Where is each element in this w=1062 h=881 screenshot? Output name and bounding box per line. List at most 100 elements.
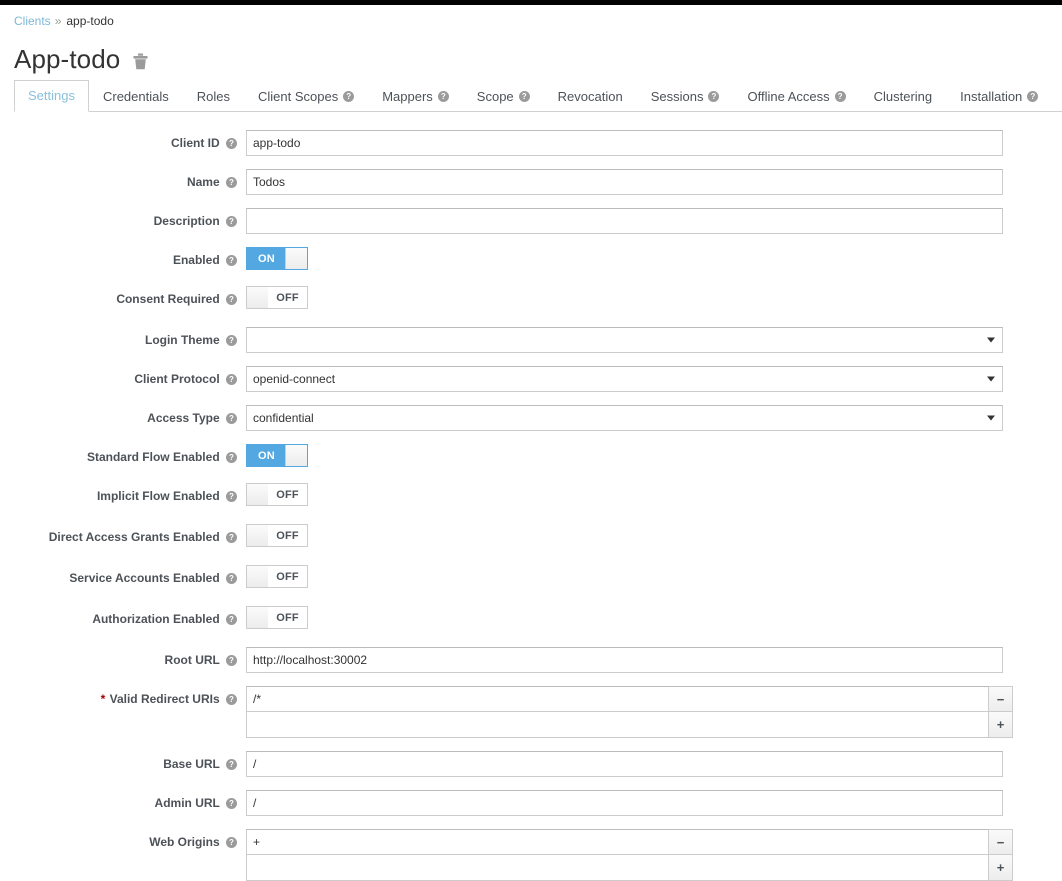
help-icon-access-type[interactable]: ? <box>226 413 237 424</box>
label-base-url-text: Base URL <box>163 757 219 771</box>
help-icon-tab-sessions[interactable]: ? <box>708 91 719 102</box>
label-name: Name ? <box>0 169 246 195</box>
web-origins-group: − + <box>246 829 1038 881</box>
tab-label: Revocation <box>558 88 623 105</box>
field-row-client-id: Client ID ? <box>0 130 1062 156</box>
help-icon-login-theme[interactable]: ? <box>226 335 237 346</box>
add-redirect-uri-button[interactable]: + <box>989 712 1013 738</box>
tab-mappers[interactable]: Mappers? <box>368 81 463 112</box>
remove-redirect-uri-button[interactable]: − <box>989 686 1013 712</box>
tab-revocation[interactable]: Revocation <box>544 81 637 112</box>
client-settings-form: Client ID ? Name ? Description ? Enabled… <box>0 112 1062 881</box>
tab-label: Scope <box>477 88 514 105</box>
admin-url-input[interactable] <box>246 790 1003 816</box>
web-origin-input-0[interactable] <box>246 829 989 855</box>
delete-client-button[interactable] <box>133 53 148 70</box>
authorization-enabled-toggle[interactable]: OFF <box>246 606 308 629</box>
label-name-text: Name <box>187 175 220 189</box>
direct-access-grants-enabled-toggle[interactable]: OFF <box>246 524 308 547</box>
required-marker-valid-redirect-uris: * <box>101 692 106 706</box>
tab-installation[interactable]: Installation? <box>946 81 1052 112</box>
breadcrumb-current: app-todo <box>66 14 113 28</box>
login-theme-select[interactable] <box>246 327 1003 353</box>
implicit-flow-enabled-toggle[interactable]: OFF <box>246 483 308 506</box>
access-type-select[interactable]: confidential <box>246 405 1003 431</box>
service-accounts-enabled-toggle[interactable]: OFF <box>246 565 308 588</box>
label-client-protocol-text: Client Protocol <box>134 372 219 386</box>
label-access-type-text: Access Type <box>147 411 220 425</box>
direct-access-grants-enabled-toggle-knob <box>246 524 269 547</box>
help-icon-root-url[interactable]: ? <box>226 655 237 666</box>
enabled-toggle[interactable]: ON <box>246 247 308 270</box>
help-icon-tab-installation[interactable]: ? <box>1027 91 1038 102</box>
label-service-accounts-enabled: Service Accounts Enabled ? <box>0 565 246 591</box>
breadcrumb-link-clients[interactable]: Clients <box>14 14 51 28</box>
client-id-input[interactable] <box>246 130 1003 156</box>
tab-sessions[interactable]: Sessions? <box>637 81 734 112</box>
field-row-authorization-enabled: Authorization Enabled ? OFF <box>0 606 1062 634</box>
valid-redirect-uri-input-1[interactable] <box>246 712 989 738</box>
tab-roles[interactable]: Roles <box>183 81 244 112</box>
help-icon-valid-redirect-uris[interactable]: ? <box>226 694 237 705</box>
help-icon-web-origins[interactable]: ? <box>226 837 237 848</box>
tab-label: Settings <box>28 87 75 104</box>
label-implicit-flow-enabled-text: Implicit Flow Enabled <box>97 489 220 503</box>
help-icon-tab-offline-access[interactable]: ? <box>835 91 846 102</box>
help-icon-tab-mappers[interactable]: ? <box>438 91 449 102</box>
help-icon-direct-access-grants-enabled[interactable]: ? <box>226 532 237 543</box>
remove-web-origin-button[interactable]: − <box>989 829 1013 855</box>
label-admin-url: Admin URL ? <box>0 790 246 816</box>
page-title: App-todo <box>14 44 120 74</box>
access-type-value: confidential <box>253 406 314 430</box>
help-icon-admin-url[interactable]: ? <box>226 798 237 809</box>
description-input[interactable] <box>246 208 1003 234</box>
tab-settings[interactable]: Settings <box>14 80 89 112</box>
field-row-base-url: Base URL ? <box>0 751 1062 777</box>
tab-clustering[interactable]: Clustering <box>860 81 947 112</box>
chevron-down-icon <box>987 338 995 343</box>
field-row-login-theme: Login Theme ? <box>0 327 1062 353</box>
field-row-enabled: Enabled ? ON <box>0 247 1062 273</box>
help-icon-service-accounts-enabled[interactable]: ? <box>226 573 237 584</box>
field-row-implicit-flow-enabled: Implicit Flow Enabled ? OFF <box>0 483 1062 511</box>
base-url-input[interactable] <box>246 751 1003 777</box>
web-origin-input-1[interactable] <box>246 855 989 881</box>
label-valid-redirect-uris-text: Valid Redirect URIs <box>110 692 220 706</box>
help-icon-base-url[interactable]: ? <box>226 759 237 770</box>
client-tab-bar[interactable]: SettingsCredentialsRolesClient Scopes?Ma… <box>14 81 1062 112</box>
consent-required-toggle[interactable]: OFF <box>246 286 308 309</box>
help-icon-implicit-flow-enabled[interactable]: ? <box>226 491 237 502</box>
help-icon-description[interactable]: ? <box>226 216 237 227</box>
standard-flow-enabled-toggle[interactable]: ON <box>246 444 308 467</box>
help-icon-tab-scope[interactable]: ? <box>519 91 530 102</box>
help-icon-name[interactable]: ? <box>226 177 237 188</box>
label-implicit-flow-enabled: Implicit Flow Enabled ? <box>0 483 246 509</box>
add-web-origin-button[interactable]: + <box>989 855 1013 881</box>
help-icon-consent-required[interactable]: ? <box>226 294 237 305</box>
enabled-toggle-knob <box>285 247 308 270</box>
valid-redirect-uris-row: + <box>246 712 1038 738</box>
root-url-input[interactable] <box>246 647 1003 673</box>
label-root-url: Root URL ? <box>0 647 246 673</box>
tab-scope[interactable]: Scope? <box>463 81 544 112</box>
valid-redirect-uri-input-0[interactable] <box>246 686 989 712</box>
valid-redirect-uris-group: − + <box>246 686 1038 738</box>
valid-redirect-uris-row: − <box>246 686 1038 712</box>
tab-credentials[interactable]: Credentials <box>89 81 183 112</box>
help-icon-client-protocol[interactable]: ? <box>226 374 237 385</box>
tab-label: Client Scopes <box>258 88 338 105</box>
help-icon-standard-flow-enabled[interactable]: ? <box>226 452 237 463</box>
tab-client-scopes[interactable]: Client Scopes? <box>244 81 368 112</box>
tab-offline-access[interactable]: Offline Access? <box>733 81 859 112</box>
help-icon-client-id[interactable]: ? <box>226 138 237 149</box>
chevron-down-icon <box>987 416 995 421</box>
breadcrumb: Clients»app-todo <box>0 5 1062 33</box>
field-row-standard-flow-enabled: Standard Flow Enabled ? ON <box>0 444 1062 470</box>
service-accounts-enabled-toggle-knob <box>246 565 269 588</box>
help-icon-enabled[interactable]: ? <box>226 255 237 266</box>
client-protocol-select[interactable]: openid-connect <box>246 366 1003 392</box>
name-input[interactable] <box>246 169 1003 195</box>
help-icon-authorization-enabled[interactable]: ? <box>226 614 237 625</box>
direct-access-grants-enabled-toggle-label: OFF <box>268 525 307 546</box>
help-icon-tab-client-scopes[interactable]: ? <box>343 91 354 102</box>
